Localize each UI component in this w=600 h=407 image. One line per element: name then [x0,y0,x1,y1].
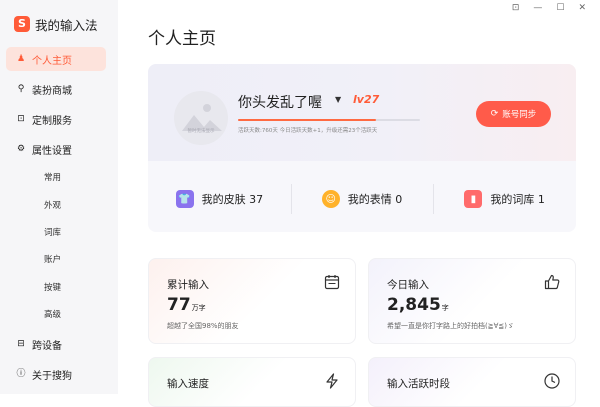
card-value: 77万字 [167,295,206,315]
info-icon: ⓘ [16,369,26,379]
sidebar-subitem-keys[interactable]: 按键 [44,281,61,293]
feedback-icon[interactable]: ⊡ [512,3,520,13]
gear-icon: ⚙ [16,144,26,154]
lightning-icon [326,373,338,389]
page-title: 个人主页 [148,29,216,49]
sidebar-item-settings[interactable]: ⚙ 属性设置 [6,137,106,161]
sidebar-subitem-advanced[interactable]: 高级 [44,308,61,320]
sidebar-item-label: 装扮商城 [32,85,72,97]
stat-skins[interactable]: 👕 我的皮肤 37 [148,176,291,222]
shirt-icon: ⚲ [17,84,25,94]
card-total-input[interactable]: 累计输入 77万字 超越了全国98%的朋友 [148,258,356,344]
level-progress-fill [238,119,377,121]
maximize-button[interactable]: ☐ [556,3,564,13]
card-unit: 字 [441,304,449,312]
activity-text: 活跃天数:760天 今日活跃天数+1，升级还需23个活跃天 [238,128,378,134]
sidebar-subitem-common[interactable]: 常用 [44,171,61,183]
sync-icon: ⟳ [490,109,499,119]
app-title: 我的输入法 [35,17,98,33]
calendar-icon [324,275,340,290]
sidebar-subitem-lexicon[interactable]: 词库 [44,226,61,238]
account-sync-button[interactable]: ⟳ 账号同步 [476,101,551,127]
avatar-caption: 暂时无法显示 [187,129,215,134]
chevron-down-icon[interactable]: ▼ [335,95,341,104]
stat-label: 我的词库 1 [490,193,545,206]
sidebar-item-label: 属性设置 [32,145,72,157]
stats-row: 👕 我的皮肤 37 ☺ 我的表情 0 ▮ 我的词库 1 [148,176,576,222]
sidebar-item-shop[interactable]: ⚲ 装扮商城 [6,77,106,101]
user-icon: ♟ [16,54,26,64]
skin-icon: 👕 [175,190,194,208]
sidebar: S 我的输入法 ♟ 个人主页 ⚲ 装扮商城 ⊡ 定制服务 ⚙ 属性设置 常用 外… [0,0,118,394]
card-input-speed[interactable]: 输入速度 [148,357,356,407]
account-sync-label: 账号同步 [502,110,537,120]
lexicon-icon: ▮ [464,190,483,208]
sidebar-item-profile[interactable]: ♟ 个人主页 [6,47,106,71]
sidebar-subitem-appearance[interactable]: 外观 [44,199,61,211]
card-label: 累计输入 [167,279,209,291]
sidebar-item-about[interactable]: ⓘ 关于搜狗 [6,362,106,386]
sidebar-item-label: 跨设备 [32,340,62,352]
devices-icon: ⊟ [17,339,25,349]
sidebar-item-devices[interactable]: ⊟ 跨设备 [6,332,106,356]
profile-card: 暂时无法显示 你头发乱了喔 ▼ lv27 活跃天数:760天 今日活跃天数+1，… [148,64,576,232]
card-note: 希望一直是你打字路上的好拍档(≧∀≦)ゞ [387,322,514,330]
username[interactable]: 你头发乱了喔 [238,92,322,112]
window-controls: ⊡ — ☐ ✕ [512,3,586,13]
stat-label: 我的表情 0 [347,193,403,206]
card-label: 输入速度 [167,378,209,390]
custom-icon: ⊡ [17,114,25,124]
card-today-input[interactable]: 今日输入 2,845字 希望一直是你打字路上的好拍档(≧∀≦)ゞ [368,258,576,344]
thumbs-up-icon [544,274,560,290]
profile-header: 暂时无法显示 你头发乱了喔 ▼ lv27 活跃天数:760天 今日活跃天数+1，… [148,64,576,161]
stat-label: 我的皮肤 37 [201,193,264,206]
clock-icon [544,373,560,389]
avatar-placeholder-icon [182,104,222,131]
card-unit: 万字 [191,304,206,312]
brand: S 我的输入法 [14,14,98,34]
stat-lexicons[interactable]: ▮ 我的词库 1 [433,176,576,222]
avatar[interactable]: 暂时无法显示 [174,91,228,145]
sidebar-item-label: 个人主页 [32,55,72,67]
card-value: 2,845字 [387,295,449,315]
stat-emojis[interactable]: ☺ 我的表情 0 [290,176,434,222]
card-note: 超越了全国98%的朋友 [167,322,239,330]
level-badge: lv27 [353,93,380,106]
close-button[interactable]: ✕ [578,3,586,13]
app-logo-icon: S [14,16,30,32]
sidebar-item-label: 关于搜狗 [32,370,72,382]
card-label: 今日输入 [387,279,429,291]
sidebar-item-custom[interactable]: ⊡ 定制服务 [6,107,106,131]
card-active-period[interactable]: 输入活跃时段 [368,357,576,407]
level-progress-bar [238,119,420,121]
emoji-icon: ☺ [321,190,340,208]
minimize-button[interactable]: — [533,3,542,13]
sidebar-item-label: 定制服务 [32,115,72,127]
card-label: 输入活跃时段 [387,378,450,390]
sidebar-subitem-account[interactable]: 账户 [44,253,61,265]
